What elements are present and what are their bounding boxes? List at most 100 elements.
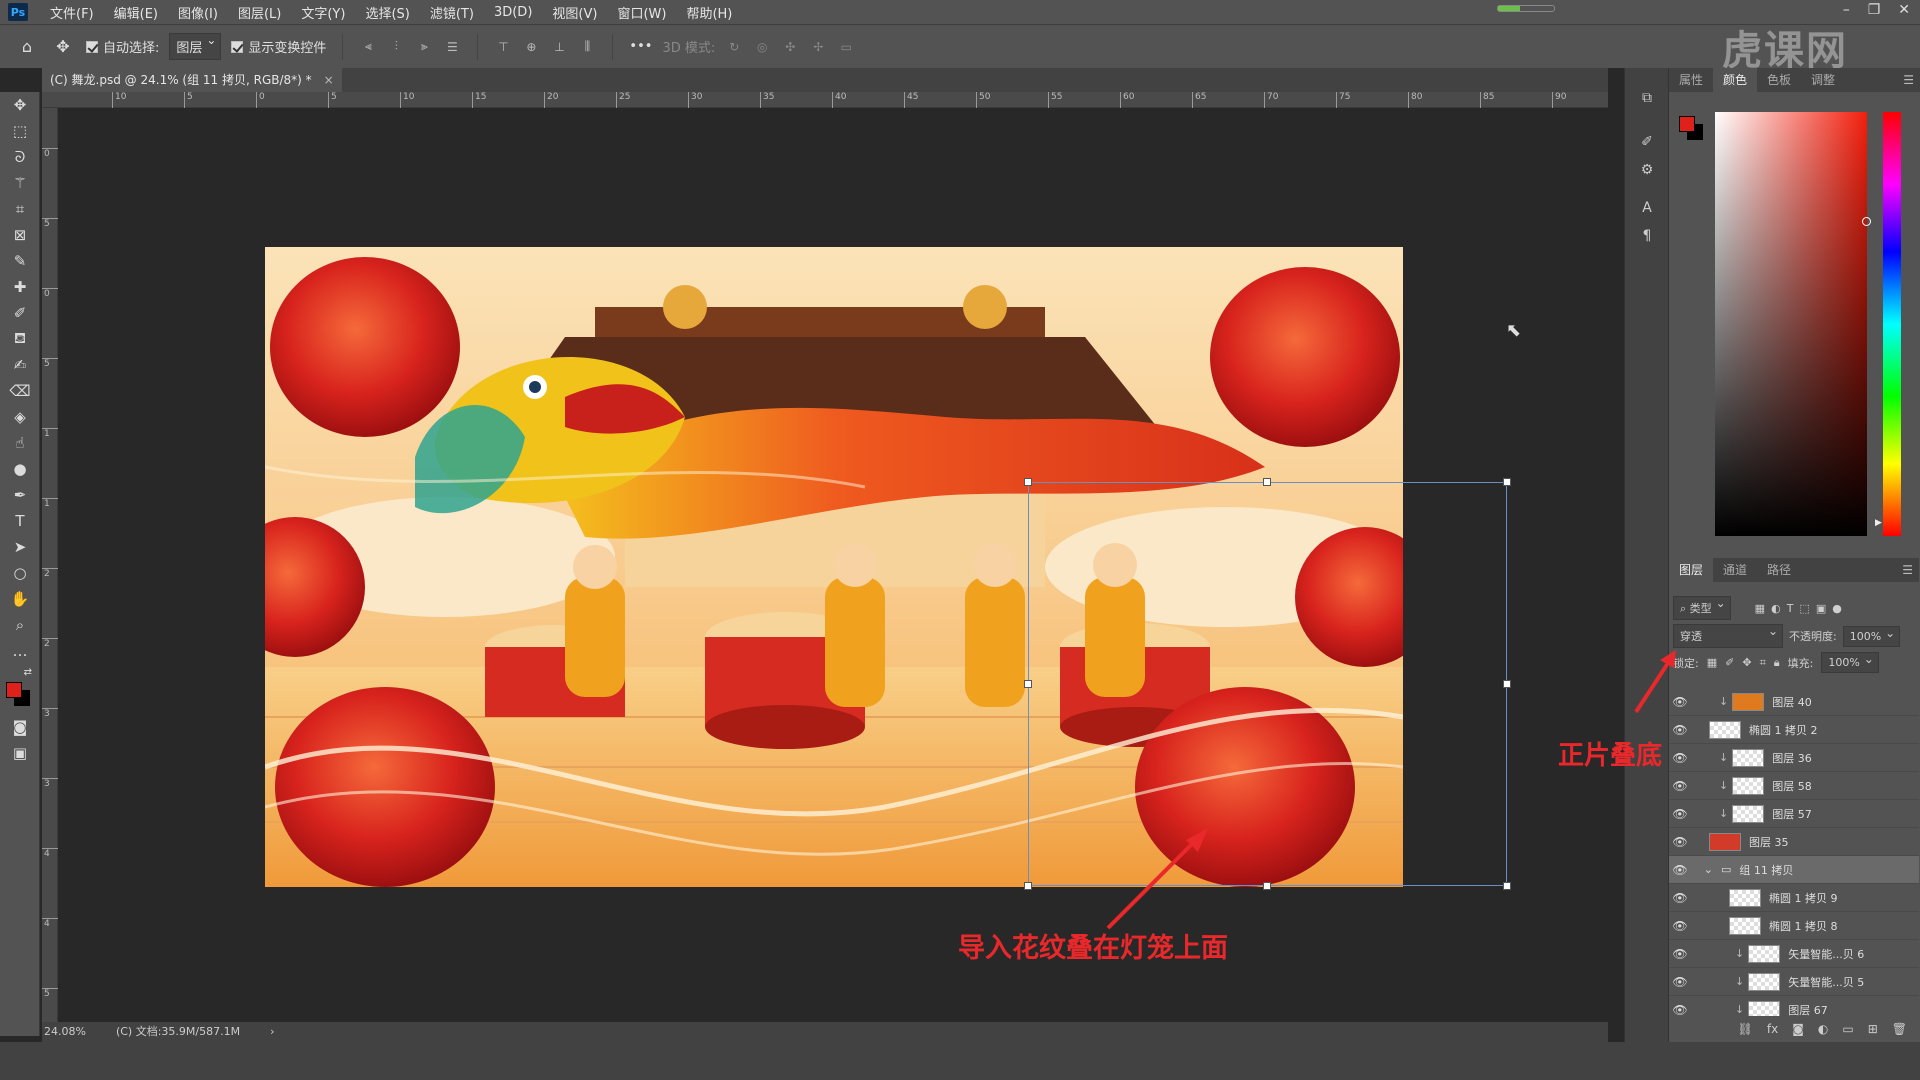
menu-file[interactable]: 文件(F) xyxy=(40,3,104,22)
path-selection-tool-icon[interactable]: ➤ xyxy=(0,534,40,560)
zoom-tool-icon[interactable]: ⌕ xyxy=(0,612,40,638)
transform-handle-middle-right[interactable] xyxy=(1503,680,1511,688)
filter-smart-object-icon[interactable]: ▣ xyxy=(1816,602,1826,615)
distribute-vertical-icon[interactable]: ☰ xyxy=(443,38,461,56)
screen-mode-icon[interactable]: ▣ xyxy=(0,740,40,766)
layer-row[interactable]: 👁︎ ↓ 图层 40 xyxy=(1669,688,1919,716)
history-brush-tool-icon[interactable]: ✍ xyxy=(0,352,40,378)
layer-style-icon[interactable]: fx xyxy=(1767,1022,1778,1036)
slide-3d-icon[interactable]: ✢ xyxy=(809,38,827,56)
filter-type-icon[interactable]: T xyxy=(1787,602,1794,615)
adjustments-panel-icon[interactable]: ⚙ xyxy=(1625,156,1669,184)
visibility-eye-icon[interactable]: 👁︎ xyxy=(1669,947,1691,961)
healing-brush-tool-icon[interactable]: ✚ xyxy=(0,274,40,300)
layer-row[interactable]: 👁︎ ↓ 图层 36 xyxy=(1669,744,1919,772)
visibility-eye-icon[interactable]: 👁︎ xyxy=(1669,779,1691,793)
orbit-3d-icon[interactable]: ↻ xyxy=(725,38,743,56)
layer-row[interactable]: 👁︎ 图层 35 xyxy=(1669,828,1919,856)
layer-row[interactable]: 👁︎ ↓ 图层 58 xyxy=(1669,772,1919,800)
tab-paths[interactable]: 路径 xyxy=(1757,558,1801,582)
auto-select-target-select[interactable]: 图层 xyxy=(169,33,222,60)
menu-filter[interactable]: 滤镜(T) xyxy=(420,3,484,22)
tab-adjustments[interactable]: 调整 xyxy=(1801,68,1845,92)
eyedropper-tool-icon[interactable]: ✎ xyxy=(0,248,40,274)
add-mask-icon[interactable]: ◙ xyxy=(1792,1022,1804,1036)
layers-panel-menu-icon[interactable]: ☰ xyxy=(1902,563,1913,577)
transform-handle-bottom-left[interactable] xyxy=(1024,882,1032,890)
fill-input[interactable]: 100% xyxy=(1821,652,1879,673)
ellipse-tool-icon[interactable]: ○ xyxy=(0,560,40,586)
visibility-eye-icon[interactable]: 👁︎ xyxy=(1669,723,1691,737)
quick-mask-icon[interactable]: ◙ xyxy=(0,714,40,740)
lock-transparent-icon[interactable]: ▦ xyxy=(1707,656,1717,669)
layer-row[interactable]: 👁︎ 椭圆 1 拷贝 2 xyxy=(1669,716,1919,744)
link-layers-icon[interactable]: ⛓ xyxy=(1738,1022,1753,1036)
align-bottom-icon[interactable]: ⊥ xyxy=(550,38,568,56)
status-more-arrow[interactable]: › xyxy=(270,1022,274,1042)
zoom-level[interactable]: 24.08% xyxy=(44,1022,86,1042)
close-tab-icon[interactable]: × xyxy=(324,68,334,92)
lock-artboard-icon[interactable]: ⌗ xyxy=(1760,656,1766,670)
frame-tool-icon[interactable]: ⊠ xyxy=(0,222,40,248)
menu-type[interactable]: 文字(Y) xyxy=(291,3,355,22)
lock-all-icon[interactable]: 🔒︎ xyxy=(1774,656,1780,670)
tab-channels[interactable]: 通道 xyxy=(1713,558,1757,582)
document-info[interactable]: (C) 文档:35.9M/587.1M xyxy=(116,1022,240,1042)
brush-tool-icon[interactable]: ✐ xyxy=(0,300,40,326)
visibility-eye-icon[interactable]: 👁︎ xyxy=(1669,863,1691,877)
filter-adjustment-icon[interactable]: ◐ xyxy=(1771,602,1781,615)
layer-row[interactable]: 👁︎ 椭圆 1 拷贝 9 xyxy=(1669,884,1919,912)
menu-help[interactable]: 帮助(H) xyxy=(676,3,742,22)
align-vcenter-icon[interactable]: ⊕ xyxy=(522,38,540,56)
delete-layer-icon[interactable]: 🗑︎ xyxy=(1892,1022,1907,1036)
auto-select-checkbox[interactable]: 自动选择: xyxy=(86,37,159,56)
transform-handle-top-right[interactable] xyxy=(1503,478,1511,486)
color-panel-foreground-swatch[interactable] xyxy=(1679,116,1695,132)
menu-select[interactable]: 选择(S) xyxy=(355,3,419,22)
color-picker-field[interactable] xyxy=(1715,112,1871,536)
show-transform-checkbox[interactable]: 显示变换控件 xyxy=(231,37,326,56)
layer-row[interactable]: 👁︎ ↓ 矢量智能...贝 5 xyxy=(1669,968,1919,996)
visibility-eye-icon[interactable]: 👁︎ xyxy=(1669,807,1691,821)
type-tool-icon[interactable]: T xyxy=(0,508,40,534)
new-layer-icon[interactable]: ⊞ xyxy=(1868,1022,1878,1036)
blend-mode-select[interactable]: 穿透 xyxy=(1673,624,1783,648)
filter-pixel-icon[interactable]: ▦ xyxy=(1755,602,1765,615)
restore-icon[interactable]: ❐ xyxy=(1868,2,1881,18)
menu-window[interactable]: 窗口(W) xyxy=(607,3,676,22)
layer-filter-select[interactable]: ⌕ 类型 xyxy=(1673,596,1731,620)
menu-view[interactable]: 视图(V) xyxy=(542,3,607,22)
character-panel-icon[interactable]: A xyxy=(1625,194,1669,222)
visibility-eye-icon[interactable]: 👁︎ xyxy=(1669,891,1691,905)
hue-slider-marker[interactable]: ▶ xyxy=(1875,518,1882,528)
foreground-color-swatch[interactable] xyxy=(6,682,22,698)
align-hcenter-icon[interactable]: ⫶ xyxy=(387,38,405,56)
camera-3d-icon[interactable]: ▭ xyxy=(837,38,855,56)
roll-3d-icon[interactable]: ◎ xyxy=(753,38,771,56)
paint-bucket-tool-icon[interactable]: ◈ xyxy=(0,404,40,430)
opacity-input[interactable]: 100% xyxy=(1842,625,1901,647)
transform-handle-top-center[interactable] xyxy=(1263,478,1271,486)
layer-group-row[interactable]: 👁︎ ⌄ ▭ 组 11 拷贝 xyxy=(1669,856,1919,884)
visibility-eye-icon[interactable]: 👁︎ xyxy=(1669,919,1691,933)
pan-3d-icon[interactable]: ✣ xyxy=(781,38,799,56)
align-left-icon[interactable]: ⫷ xyxy=(359,38,377,56)
history-panel-icon[interactable]: ⧉ xyxy=(1625,84,1669,112)
menu-edit[interactable]: 编辑(E) xyxy=(104,3,168,22)
filter-shape-icon[interactable]: ⬚ xyxy=(1799,602,1809,615)
visibility-eye-icon[interactable]: 👁︎ xyxy=(1669,835,1691,849)
panel-menu-icon[interactable]: ☰ xyxy=(1903,73,1914,87)
visibility-eye-icon[interactable]: 👁︎ xyxy=(1669,751,1691,765)
move-tool-icon[interactable]: ✥ xyxy=(0,92,40,118)
visibility-eye-icon[interactable]: 👁︎ xyxy=(1669,975,1691,989)
menu-image[interactable]: 图像(I) xyxy=(168,3,228,22)
menu-3d[interactable]: 3D(D) xyxy=(484,5,542,20)
eraser-tool-icon[interactable]: ⌫ xyxy=(0,378,40,404)
paragraph-panel-icon[interactable]: ¶ xyxy=(1625,222,1669,250)
filter-toggle-icon[interactable]: ● xyxy=(1832,602,1842,615)
move-tool-preset-icon[interactable]: ✥ xyxy=(50,34,76,60)
marquee-tool-icon[interactable]: ⬚ xyxy=(0,118,40,144)
transform-handle-top-left[interactable] xyxy=(1024,478,1032,486)
new-group-icon[interactable]: ▭ xyxy=(1842,1022,1853,1036)
hand-tool-icon[interactable]: ✋ xyxy=(0,586,40,612)
